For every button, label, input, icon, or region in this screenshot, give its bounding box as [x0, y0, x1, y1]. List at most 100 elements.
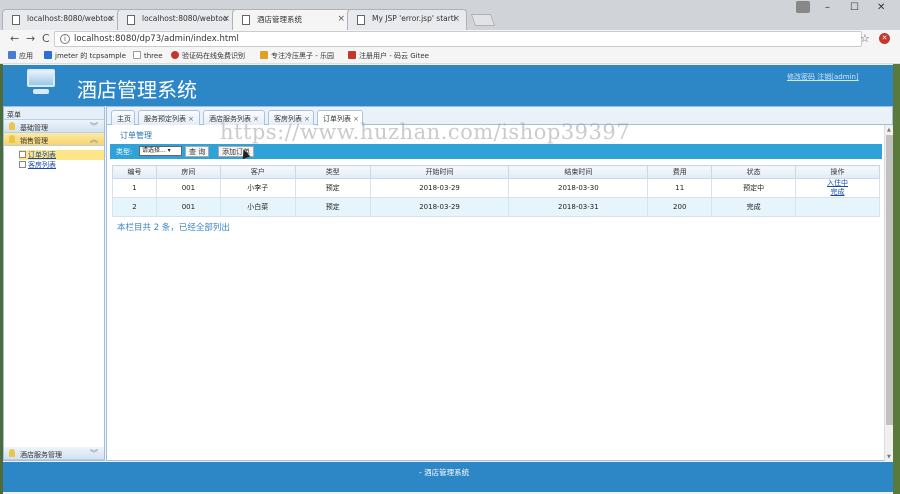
lightbulb-icon [9, 122, 15, 130]
browser-tab-3[interactable]: 酒店管理系统 × [232, 9, 352, 30]
back-icon[interactable]: ← [10, 32, 19, 45]
info-icon[interactable]: i [60, 34, 70, 44]
column-header[interactable]: 类型 [294, 165, 371, 179]
sidebar-item-rooms[interactable]: 客房列表 [19, 160, 104, 170]
check-in-link[interactable]: 入住中 [796, 179, 879, 188]
browser-tab-bar: localhost:8080/webtoo × localhost:8080/w… [0, 0, 900, 30]
window-close-icon[interactable]: ✕ [877, 2, 885, 13]
scrollbar-thumb[interactable] [886, 135, 893, 425]
reload-icon[interactable]: C [42, 32, 50, 45]
vertical-scrollbar[interactable]: ▲ ▼ [884, 125, 893, 461]
tab-service-booking[interactable]: 服务预定列表 × [138, 110, 200, 125]
tab-home[interactable]: 主页 [111, 110, 135, 125]
app-footer: - 酒店管理系统 [3, 462, 893, 492]
close-icon[interactable]: × [222, 14, 230, 24]
bookmarks-bar: 应用 jmeter 的 tcpsample three 验证码在线免费识别 专注… [0, 48, 900, 64]
cell-fee: 200 [647, 197, 713, 217]
app-header: 酒店管理系统 修改密码 注销[admin] [3, 65, 893, 106]
page-icon [242, 15, 250, 25]
browser-tab-1[interactable]: localhost:8080/webtoo × [2, 9, 122, 30]
column-header[interactable]: 客户 [219, 165, 296, 179]
scroll-down-icon[interactable]: ▼ [887, 454, 891, 460]
close-icon[interactable]: × [337, 14, 345, 24]
table-row[interactable]: 1 001 小李子 预定 2018-03-29 2018-03-30 11 预定… [112, 178, 880, 198]
sidebar-section-basic[interactable]: 基础管理 ︾ [4, 120, 104, 133]
cell-room: 001 [155, 178, 221, 198]
orders-table: 编号 房间 客户 类型 开始时间 结束时间 费用 状态 操作 1 001 小李子… [112, 165, 880, 217]
list-summary: 本栏目共 2 条，已经全部列出 [117, 223, 230, 233]
cell-actions [795, 197, 880, 217]
cell-type: 预定 [294, 178, 371, 198]
table-header-row: 编号 房间 客户 类型 开始时间 结束时间 费用 状态 操作 [112, 165, 880, 179]
page-icon [133, 51, 141, 59]
sidebar-title: 菜单 [4, 107, 104, 120]
cell-customer: 小白菜 [219, 197, 296, 217]
query-button[interactable]: 查 询 [185, 146, 210, 157]
browser-tab-2[interactable]: localhost:8080/webtoo × [117, 9, 237, 30]
scroll-up-icon[interactable]: ▲ [887, 127, 891, 133]
chevron-down-icon[interactable]: ︾ [90, 448, 98, 459]
page-heading: 订单管理 [120, 131, 152, 140]
chevron-down-icon[interactable]: ︾ [90, 121, 98, 132]
column-header[interactable]: 费用 [647, 165, 713, 179]
bookmark-leyuan[interactable]: 专注冷压黑子 - 乐园 [260, 51, 334, 61]
close-icon[interactable]: × [452, 14, 460, 24]
cell-start: 2018-03-29 [369, 178, 510, 198]
cell-id: 1 [112, 178, 157, 198]
address-bar-row: ← → C i localhost:8080/dp73/admin/index.… [0, 30, 900, 48]
column-header[interactable]: 编号 [112, 165, 157, 179]
new-tab-button[interactable] [470, 14, 496, 26]
page-icon [127, 15, 135, 25]
cell-fee: 11 [647, 178, 713, 198]
header-user-links[interactable]: 修改密码 注销[admin] [787, 72, 859, 82]
type-select[interactable]: 请选择... ▾ [139, 146, 182, 156]
complete-link[interactable]: 完成 [796, 188, 879, 197]
sidebar-section-hotel-services[interactable]: 酒店服务管理 ︾ [4, 447, 104, 460]
url-input[interactable]: i localhost:8080/dp73/admin/index.html [54, 31, 862, 47]
maximize-icon[interactable]: ☐ [850, 2, 859, 13]
cell-start: 2018-03-29 [369, 197, 510, 217]
lightbulb-icon [9, 135, 15, 143]
page-icon [12, 15, 20, 25]
table-row[interactable]: 2 001 小白菜 预定 2018-03-29 2018-03-31 200 完… [112, 197, 880, 217]
forward-icon[interactable]: → [26, 32, 35, 45]
column-header[interactable]: 操作 [795, 165, 880, 179]
bookmark-apps[interactable]: 应用 [8, 51, 33, 61]
bookmark-jmeter[interactable]: jmeter 的 tcpsample [44, 51, 126, 61]
apps-grid-icon [8, 51, 16, 59]
site-icon [171, 51, 179, 59]
sidebar-sales-items: 订单列表 客房列表 [4, 146, 104, 170]
app-title: 酒店管理系统 [77, 78, 197, 102]
sidebar: 菜单 基础管理 ︾ 销售管理 ︽ 订单列表 客房列表 酒店服务管理 ︾ [3, 106, 105, 461]
filter-label: 类型: [116, 148, 133, 156]
site-icon [260, 51, 268, 59]
main-content: 主页 服务预定列表 × 酒店服务列表 × 客房列表 × 订单列表 × 订单管理 类型: … [106, 106, 893, 461]
bookmark-three[interactable]: three [133, 51, 163, 60]
profile-icon[interactable] [796, 1, 810, 13]
document-icon [19, 161, 26, 168]
column-header[interactable]: 开始时间 [369, 165, 510, 179]
document-icon [19, 151, 26, 158]
column-header[interactable]: 状态 [711, 165, 797, 179]
browser-tab-4[interactable]: My JSP 'error.jsp' starti × [347, 9, 467, 30]
bookmark-gitee[interactable]: 注册用户 - 码云 Gitee [348, 51, 429, 61]
column-header[interactable]: 结束时间 [508, 165, 649, 179]
shield-icon [44, 51, 52, 59]
cell-room: 001 [155, 197, 221, 217]
footer-text: - 酒店管理系统 [419, 468, 470, 477]
bookmark-captcha[interactable]: 验证码在线免费识别 [171, 51, 245, 61]
bookmark-star-icon[interactable]: ☆ [860, 32, 870, 45]
chevron-up-icon[interactable]: ︽ [90, 134, 98, 145]
filter-toolbar: 类型: 请选择... ▾ 查 询 添加订单 [110, 144, 882, 159]
close-icon[interactable]: × [188, 115, 194, 123]
cell-end: 2018-03-30 [508, 178, 649, 198]
column-header[interactable]: 房间 [155, 165, 221, 179]
close-icon[interactable]: × [107, 14, 115, 24]
cell-actions: 入住中 完成 [795, 178, 880, 198]
cell-status: 预定中 [711, 178, 797, 198]
sidebar-section-sales[interactable]: 销售管理 ︽ [4, 133, 104, 146]
sidebar-item-orders[interactable]: 订单列表 [19, 150, 104, 160]
extension-icon[interactable]: ✕ [879, 33, 890, 44]
gitee-icon [348, 51, 356, 59]
minimize-icon[interactable]: – [825, 2, 830, 13]
